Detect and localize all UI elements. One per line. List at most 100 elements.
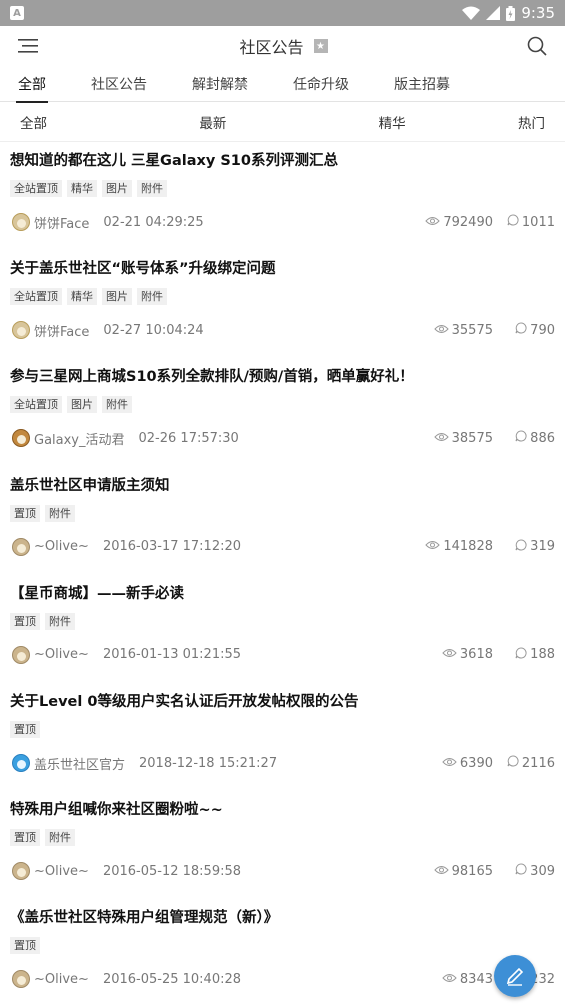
post-item[interactable]: 《盖乐世社区特殊用户组管理规范（新）》 置顶 ~Olive~ 2016-05-25 1… — [0, 907, 565, 990]
post-tag: 全站置顶 — [10, 288, 62, 306]
post-title[interactable]: 盖乐世社区申请版主须知 — [10, 475, 555, 497]
tab-announcements[interactable]: 社区公告 — [85, 66, 153, 102]
post-tag: 精华 — [67, 180, 97, 197]
tab-appointments[interactable]: 任命升级 — [287, 66, 355, 102]
post-author[interactable]: 饼饼Face — [34, 213, 89, 232]
menu-icon[interactable] — [18, 38, 40, 54]
post-date: 2018-12-18 15:21:27 — [139, 755, 278, 771]
wifi-icon — [462, 6, 481, 20]
post-tag: 附件 — [137, 288, 167, 306]
post-views: 8343 — [442, 972, 493, 987]
post-tags: 置顶 附件 — [10, 612, 555, 630]
post-author[interactable]: 盖乐世社区官方 — [34, 754, 125, 773]
post-item[interactable]: 想知道的都在这儿 三星Galaxy S10系列评测汇总全站置顶 精华 图片 附件饼饼F… — [0, 150, 565, 233]
avatar[interactable] — [12, 429, 30, 448]
post-views: 6390 — [442, 756, 493, 771]
post-item[interactable]: 【星币商城】——新手必读置顶 附件 ~Olive~ 2016-01-13 01:21:… — [0, 583, 565, 666]
avatar[interactable] — [12, 321, 30, 340]
compose-button[interactable] — [494, 955, 536, 997]
post-title[interactable]: 【星币商城】——新手必读 — [10, 583, 555, 605]
filter-all[interactable]: 全部 — [20, 112, 47, 132]
reply-count: 188 — [530, 647, 555, 663]
post-author[interactable]: Galaxy_活动君 — [34, 429, 125, 448]
post-title[interactable]: 关于盖乐世社区“账号体系”升级绑定问题 — [10, 258, 555, 280]
reply-bubble-icon — [507, 755, 519, 771]
reply-count: 319 — [530, 539, 555, 555]
post-tags: 置顶 附件 — [10, 829, 555, 847]
status-right: 9:35 — [462, 4, 555, 22]
post-title[interactable]: 《盖乐世社区特殊用户组管理规范（新）》 — [10, 907, 555, 929]
post-tag: 置顶 — [10, 937, 40, 955]
post-author[interactable]: ~Olive~ — [34, 647, 89, 662]
post-tag: 置顶 — [10, 504, 40, 522]
tab-moderator-recruit[interactable]: 版主招募 — [388, 66, 456, 102]
post-title[interactable]: 参与三星网上商城S10系列全款排队/预购/首销，晒单赢好礼！ — [10, 366, 555, 388]
filter-featured[interactable]: 精华 — [379, 112, 406, 132]
post-meta: ~Olive~ 2016-05-12 18:59:58 98165 309 — [10, 860, 555, 882]
post-replies: 2116 — [507, 755, 555, 771]
post-replies: 790 — [515, 322, 555, 338]
page-title: 社区公告 — [239, 38, 304, 57]
post-author[interactable]: ~Olive~ — [34, 972, 89, 987]
post-author[interactable]: ~Olive~ — [34, 539, 89, 554]
notification-icon: A — [10, 6, 24, 20]
post-item[interactable]: 特殊用户组喊你来社区圈粉啦~~ 置顶 附件 ~Olive~ 2016-05-12 18:… — [0, 799, 565, 882]
post-item[interactable]: 参与三星网上商城S10系列全款排队/预购/首销，晒单赢好礼！ 全站置顶 图片 附件 Ga… — [0, 366, 565, 449]
star-icon[interactable]: ★ — [313, 39, 328, 53]
post-author[interactable]: 饼饼Face — [34, 321, 89, 340]
reply-bubble-icon — [515, 863, 527, 879]
post-replies: 1011 — [507, 214, 555, 230]
post-tag: 附件 — [102, 396, 132, 414]
post-views: 141828 — [425, 539, 493, 554]
post-tag: 附件 — [45, 829, 75, 847]
post-replies: 886 — [515, 430, 555, 446]
eye-icon — [442, 972, 457, 987]
search-icon[interactable] — [527, 36, 547, 56]
title-area: 社区公告 ★ — [239, 34, 328, 58]
post-meta: ~Olive~ 2016-01-13 01:21:55 3618 188 — [10, 644, 555, 666]
view-count: 98165 — [451, 863, 493, 879]
avatar[interactable] — [12, 213, 30, 231]
post-views: 792490 — [425, 215, 493, 230]
avatar[interactable] — [12, 645, 30, 664]
eye-icon — [425, 539, 441, 554]
post-author[interactable]: ~Olive~ — [34, 864, 89, 879]
reply-bubble-icon — [515, 430, 527, 446]
post-tag: 图片 — [102, 180, 132, 197]
post-item[interactable]: 关于盖乐世社区“账号体系”升级绑定问题 全站置顶 精华 图片 附件 饼饼Face 02-27… — [0, 258, 565, 341]
eye-icon — [433, 323, 449, 338]
signal-icon — [486, 6, 501, 20]
post-date: 2016-05-12 18:59:58 — [102, 863, 242, 879]
filter-latest[interactable]: 最新 — [199, 112, 226, 132]
post-title[interactable]: 想知道的都在这儿 三星Galaxy S10系列评测汇总 — [10, 150, 555, 172]
avatar[interactable] — [12, 754, 30, 772]
title-bar: 社区公告 ★ — [0, 26, 565, 66]
post-title[interactable]: 关于Level 0等级用户实名认证后开放发帖权限的公告 — [10, 691, 555, 713]
post-tags: 全站置顶 图片 附件 — [10, 396, 555, 414]
post-item[interactable]: 盖乐世社区申请版主须知 置顶 附件 ~Olive~ 2016-03-17 17:12:2… — [0, 475, 565, 558]
view-count: 38575 — [451, 430, 493, 446]
post-tag: 图片 — [67, 396, 97, 414]
eye-icon — [442, 647, 457, 662]
filter-hot[interactable]: 热门 — [518, 112, 545, 132]
post-views: 38575 — [433, 430, 493, 446]
view-count: 141828 — [443, 539, 493, 555]
avatar[interactable] — [12, 862, 30, 881]
eye-icon — [433, 864, 449, 879]
avatar[interactable] — [12, 537, 30, 556]
post-title[interactable]: 特殊用户组喊你来社区圈粉啦~~ — [10, 799, 555, 821]
post-tag: 附件 — [45, 504, 75, 522]
post-meta: 饼饼Face 02-21 04:29:25 792490 1011 — [10, 211, 555, 233]
post-tags: 全站置顶 精华 图片 附件 — [10, 180, 555, 197]
post-tags: 全站置顶 精华 图片 附件 — [10, 288, 555, 306]
tab-all[interactable]: 全部 — [12, 66, 52, 103]
avatar[interactable] — [12, 970, 30, 989]
eye-icon — [433, 431, 449, 446]
post-date: 02-26 17:57:30 — [138, 430, 239, 446]
battery-icon — [506, 5, 516, 21]
post-item[interactable]: 关于Level 0等级用户实名认证后开放发帖权限的公告置顶盖乐世社区官方 2018… — [0, 691, 565, 774]
post-tags: 置顶 — [10, 721, 555, 738]
tab-unban[interactable]: 解封解禁 — [186, 66, 254, 102]
post-tag: 置顶 — [10, 612, 40, 630]
status-bar: A 9:35 — [0, 0, 565, 26]
